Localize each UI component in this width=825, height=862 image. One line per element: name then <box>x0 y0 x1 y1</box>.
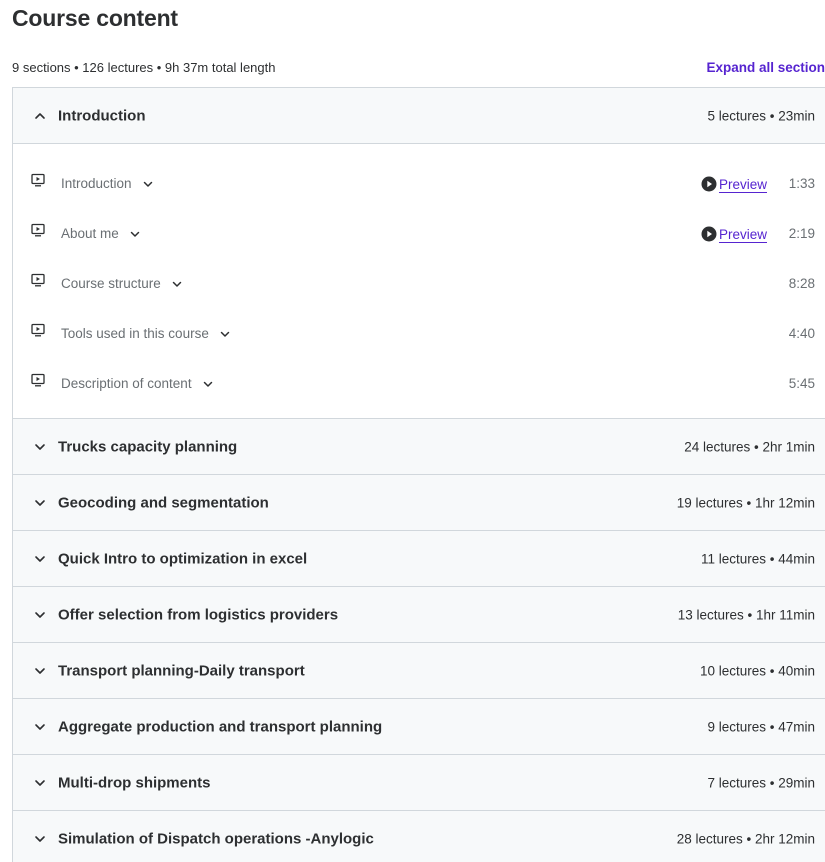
section-header-trucks-capacity-planning[interactable]: Trucks capacity planning 24 lectures • 2… <box>13 419 825 475</box>
chevron-down-icon <box>34 665 46 677</box>
section-meta: 19 lectures • 1hr 12min <box>676 495 815 510</box>
lecture-title-toggle[interactable]: Tools used in this course <box>61 326 231 341</box>
chevron-down-icon <box>171 278 183 290</box>
page-title: Course content <box>12 5 178 31</box>
chevron-down-icon <box>34 777 46 789</box>
section-header-aggregate-production[interactable]: Aggregate production and transport plann… <box>13 699 825 755</box>
section-header-introduction[interactable]: Introduction 5 lectures • 23min <box>13 88 825 144</box>
video-icon <box>31 223 45 237</box>
chevron-down-icon <box>219 328 231 340</box>
chevron-down-icon <box>129 228 141 240</box>
chevron-down-icon <box>34 497 46 509</box>
chevron-down-icon <box>34 721 46 733</box>
lecture-title: Description of content <box>61 376 192 391</box>
lecture-duration: 8:28 <box>788 276 815 291</box>
lecture-title-toggle[interactable]: About me <box>61 226 141 241</box>
lecture-title-toggle[interactable]: Course structure <box>61 276 183 291</box>
lecture-title: Introduction <box>61 176 132 191</box>
chevron-down-icon <box>142 178 154 190</box>
lecture-duration: 4:40 <box>788 326 815 341</box>
video-icon <box>31 323 45 337</box>
section-meta: 28 lectures • 2hr 12min <box>676 831 815 846</box>
play-circle-icon <box>701 226 717 242</box>
lecture-title: Tools used in this course <box>61 326 209 341</box>
preview-button[interactable]: Preview <box>701 226 767 242</box>
section-title: Introduction <box>58 107 146 124</box>
section-header-quick-intro-optimization[interactable]: Quick Intro to optimization in excel 11 … <box>13 531 825 587</box>
lecture-duration: 2:19 <box>788 226 815 241</box>
preview-label: Preview <box>718 176 767 192</box>
lecture-title: About me <box>61 226 119 241</box>
section-meta: 10 lectures • 40min <box>699 663 815 678</box>
curriculum-accordion: Introduction 5 lectures • 23min Introduc… <box>12 87 825 862</box>
lecture-duration: 1:33 <box>788 176 815 191</box>
lecture-item: Tools used in this course 4:40 <box>13 309 825 359</box>
expand-all-sections-button[interactable]: Expand all section <box>706 60 825 75</box>
chevron-up-icon <box>34 110 46 122</box>
section-meta: 11 lectures • 44min <box>700 551 815 566</box>
section-header-offer-selection[interactable]: Offer selection from logistics providers… <box>13 587 825 643</box>
preview-label: Preview <box>718 226 767 242</box>
chevron-down-icon <box>34 441 46 453</box>
section-meta: 7 lectures • 29min <box>707 775 815 790</box>
lecture-title-toggle[interactable]: Description of content <box>61 376 214 391</box>
lecture-title: Course structure <box>61 276 161 291</box>
section-title: Trucks capacity planning <box>58 438 238 455</box>
section-title: Offer selection from logistics providers <box>58 606 339 623</box>
lecture-item: Introduction Preview 1:33 <box>13 159 825 209</box>
section-meta: 5 lectures • 23min <box>707 108 815 123</box>
lecture-item: Description of content 5:45 <box>13 359 825 409</box>
play-circle-icon <box>701 176 717 192</box>
section-header-geocoding-and-segmentation[interactable]: Geocoding and segmentation 19 lectures •… <box>13 475 825 531</box>
chevron-down-icon <box>34 609 46 621</box>
section-header-multi-drop-shipments[interactable]: Multi-drop shipments 7 lectures • 29min <box>13 755 825 811</box>
preview-button[interactable]: Preview <box>701 176 767 192</box>
summary-row: 9 sections • 126 lectures • 9h 37m total… <box>12 60 825 76</box>
video-icon <box>31 173 45 187</box>
section-title: Simulation of Dispatch operations -Anylo… <box>58 830 374 847</box>
section-meta: 13 lectures • 1hr 11min <box>677 607 815 622</box>
video-icon <box>31 273 45 287</box>
section-meta: 9 lectures • 47min <box>707 719 815 734</box>
section-title: Transport planning-Daily transport <box>58 662 305 679</box>
video-icon <box>31 373 45 387</box>
lecture-item: About me Preview 2:19 <box>13 209 825 259</box>
section-meta: 24 lectures • 2hr 1min <box>684 439 815 454</box>
section-header-simulation-dispatch[interactable]: Simulation of Dispatch operations -Anylo… <box>13 811 825 862</box>
lecture-list: Introduction Preview 1:33 About me Previ… <box>13 144 825 419</box>
lecture-title-toggle[interactable]: Introduction <box>61 176 154 191</box>
lecture-item: Course structure 8:28 <box>13 259 825 309</box>
section-title: Geocoding and segmentation <box>58 494 269 511</box>
section-title: Multi-drop shipments <box>58 774 211 791</box>
chevron-down-icon <box>34 553 46 565</box>
section-title: Quick Intro to optimization in excel <box>58 550 308 567</box>
lecture-duration: 5:45 <box>788 376 815 391</box>
chevron-down-icon <box>202 378 214 390</box>
chevron-down-icon <box>34 833 46 845</box>
course-summary: 9 sections • 126 lectures • 9h 37m total… <box>12 60 276 75</box>
section-title: Aggregate production and transport plann… <box>58 718 383 735</box>
section-header-transport-planning-daily[interactable]: Transport planning-Daily transport 10 le… <box>13 643 825 699</box>
